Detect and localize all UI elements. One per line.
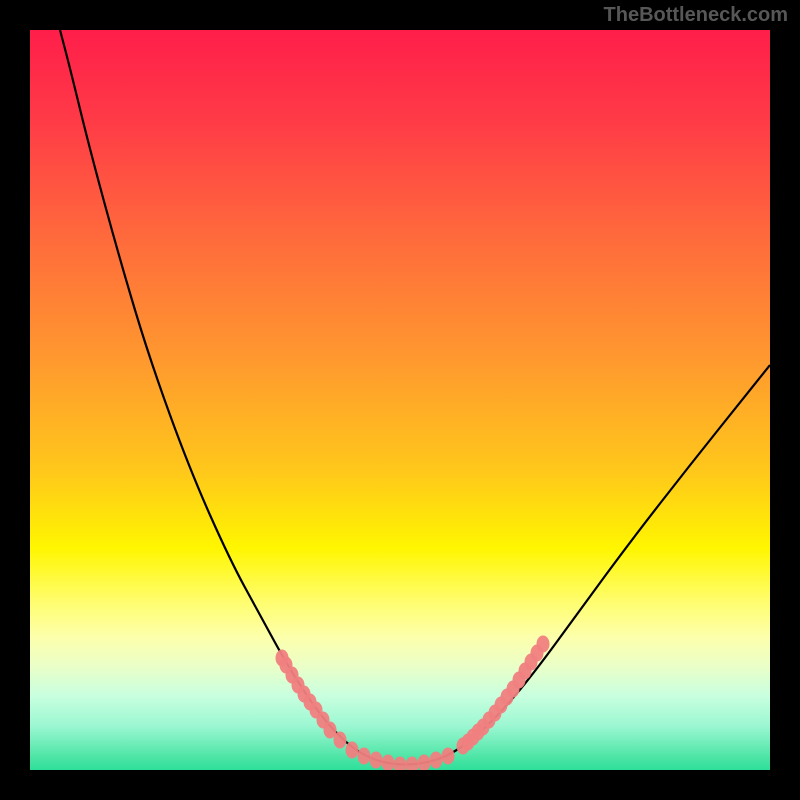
marker-dot: [418, 755, 431, 771]
marker-dot: [537, 636, 550, 653]
marker-dot: [346, 742, 359, 759]
chart-overlay: [30, 30, 770, 770]
marker-dot: [394, 757, 407, 771]
chart-frame: TheBottleneck.com: [0, 0, 800, 800]
marker-dot: [358, 748, 371, 765]
marker-dot: [406, 757, 419, 771]
marker-dot: [382, 755, 395, 771]
credit-label: TheBottleneck.com: [604, 4, 788, 27]
marker-dot: [430, 752, 443, 769]
curve-group: [60, 30, 770, 765]
marker-dot: [334, 732, 347, 749]
bottleneck-curve: [60, 30, 770, 765]
marker-group: [276, 636, 550, 771]
plot-area: [30, 30, 770, 770]
marker-dot: [442, 748, 455, 765]
marker-dot: [370, 752, 383, 769]
